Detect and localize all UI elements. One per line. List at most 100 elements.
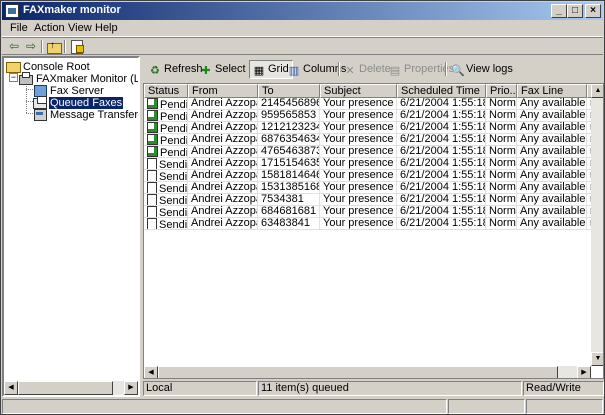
cell-to: 121212323456 (258, 122, 320, 134)
cell-from: Andrei Azzopardi (188, 122, 258, 134)
cell-subject: Your presence is ... (320, 146, 397, 158)
table-row[interactable]: Sendi...Andrei Azzopardi15818146468Your … (144, 170, 599, 182)
toolbar-separator (338, 62, 340, 76)
cell-from: Andrei Azzopardi (188, 110, 258, 122)
scroll-down-icon[interactable]: ▼ (591, 352, 603, 366)
delete-icon: ✕ (345, 65, 355, 77)
status-location: Local (143, 381, 257, 396)
table-row[interactable]: Sendi...Andrei Azzopardi15313851681Your … (144, 182, 599, 194)
table-row[interactable]: Sendi...Andrei Azzopardi171515463541Your… (144, 158, 599, 170)
cell-priority: Normal (486, 170, 517, 182)
scroll-right-icon[interactable]: ▶ (577, 366, 591, 378)
table-row[interactable]: PendingAndrei Azzopardi121212323456Your … (144, 122, 599, 134)
column-header-from[interactable]: From (188, 84, 258, 98)
tree-horizontal-scrollbar[interactable]: ◀ ▶ (4, 381, 138, 395)
table-row[interactable]: PendingAndrei Azzopardi959565853Your pre… (144, 110, 599, 122)
cell-fax-line: Any available line (517, 146, 587, 158)
table-row[interactable]: Sendi...Andrei Azzopardi7534381Your pres… (144, 194, 599, 206)
column-header-scheduled-time[interactable]: Scheduled Time (397, 84, 486, 98)
menu-action[interactable]: Action (34, 22, 65, 34)
cell-fax-line: Any available line (517, 170, 587, 182)
cell-fax-line: Any available line (517, 182, 587, 194)
maximize-button[interactable]: □ (567, 4, 583, 18)
refresh-button[interactable]: ♻ Refresh (149, 62, 202, 77)
cell-status: Pending (144, 98, 188, 110)
console-tree: Console Root − FAXmaker Monitor (Local) … (2, 56, 140, 397)
grid-button[interactable]: ▦ Grid (249, 60, 293, 79)
scroll-left-icon[interactable]: ◀ (4, 381, 18, 395)
cell-status: Sendi... (144, 182, 188, 194)
pane-status-bar: Local 11 item(s) queued Read/Write (143, 381, 604, 396)
cell-status: Pending (144, 134, 188, 146)
cell-subject: Your presence is ... (320, 98, 397, 110)
details-pane: ♻ Refresh ✚ Select all ▦ Grid ▥ Columns ✕ Del… (143, 56, 604, 397)
table-row[interactable]: PendingAndrei Azzopardi6876354634Your pr… (144, 134, 599, 146)
cell-priority: Normal (486, 158, 517, 170)
cell-to: 2145456896 (258, 98, 320, 110)
scroll-right-icon[interactable]: ▶ (124, 381, 138, 395)
cell-fax-line: Any available line (517, 206, 587, 218)
cell-priority: Normal (486, 98, 517, 110)
forward-arrow-icon[interactable]: ⇨ (23, 39, 39, 54)
grid-vertical-scrollbar[interactable]: ▲ ▼ (591, 84, 603, 366)
cell-priority: Normal (486, 146, 517, 158)
cell-status: Sendi... (144, 170, 188, 182)
delete-button[interactable]: ✕ Delete (344, 62, 390, 77)
queued-faxes-grid: Status From To Subject Scheduled Time Prio...… (143, 83, 604, 379)
column-header-to[interactable]: To (258, 84, 320, 98)
window-title: FAXmaker monitor (23, 4, 121, 16)
properties-icon[interactable] (69, 39, 85, 54)
cell-subject: Your presence is ... (320, 158, 397, 170)
menu-help[interactable]: Help (95, 22, 118, 34)
table-row[interactable]: PendingAndrei Azzopardi476546387354Your … (144, 146, 599, 158)
column-header-status[interactable]: Status (144, 84, 188, 98)
fax-machine-icon (19, 72, 33, 85)
cell-scheduled-time: 6/21/2004 1:55:18 PM (397, 98, 486, 110)
fax-server-icon (33, 84, 47, 97)
tree-line (26, 101, 33, 102)
minimize-button[interactable]: _ (551, 4, 567, 18)
queue-toolbar: ♻ Refresh ✚ Select all ▦ Grid ▥ Columns ✕ Del… (143, 56, 604, 82)
scroll-up-icon[interactable]: ▲ (591, 84, 603, 98)
cell-to: 476546387354 (258, 146, 320, 158)
cell-scheduled-time: 6/21/2004 1:55:18 PM (397, 182, 486, 194)
table-row[interactable]: Sendi...Andrei Azzopardi63483841Your pre… (144, 218, 599, 230)
title-bar: FAXmaker monitor _ □ × (2, 2, 603, 20)
cell-from: Andrei Azzopardi (188, 134, 258, 146)
cell-scheduled-time: 6/21/2004 1:55:18 PM (397, 134, 486, 146)
scroll-thumb[interactable] (18, 381, 113, 395)
cell-priority: Normal (486, 110, 517, 122)
column-header-fax-line[interactable]: Fax Line (517, 84, 587, 98)
scroll-left-icon[interactable]: ◀ (144, 366, 158, 378)
table-row[interactable]: Sendi...Andrei Azzopardi684681681Your pr… (144, 206, 599, 218)
cell-from: Andrei Azzopardi (188, 206, 258, 218)
scroll-thumb[interactable] (158, 366, 558, 378)
cell-scheduled-time: 6/21/2004 1:55:18 PM (397, 218, 486, 230)
cell-to: 171515463541 (258, 158, 320, 170)
cell-status: Pending (144, 122, 188, 134)
grid-horizontal-scrollbar[interactable]: ◀ ▶ (144, 366, 591, 378)
column-header-priority[interactable]: Prio... (486, 84, 517, 98)
cell-subject: Your presence is ... (320, 206, 397, 218)
tree-item-message-transfer-agent[interactable]: Message Transfer Agent (33, 108, 138, 121)
cell-fax-line: Any available line (517, 134, 587, 146)
cell-to: 15313851681 (258, 182, 320, 194)
menu-view[interactable]: View (68, 22, 92, 34)
cell-to: 7534381 (258, 194, 320, 206)
menu-file[interactable]: File (10, 22, 28, 34)
cell-scheduled-time: 6/21/2004 1:55:18 PM (397, 110, 486, 122)
table-row[interactable]: PendingAndrei Azzopardi2145456896Your pr… (144, 98, 599, 110)
back-arrow-icon[interactable]: ⇦ (6, 39, 22, 54)
view-logs-button[interactable]: 🔍View logs (451, 62, 513, 77)
main-toolbar: ⇦ ⇨ (2, 37, 603, 55)
cell-to: 6876354634 (258, 134, 320, 146)
cell-from: Andrei Azzopardi (188, 218, 258, 230)
collapse-icon[interactable]: − (9, 73, 18, 82)
column-header-subject[interactable]: Subject (320, 84, 397, 98)
app-icon (5, 4, 19, 18)
properties-icon: ▤ (389, 65, 401, 77)
cell-fax-line: Any available line (517, 110, 587, 122)
folder-up-icon[interactable] (46, 39, 62, 54)
refresh-icon: ♻ (150, 65, 160, 77)
close-button[interactable]: × (585, 4, 601, 18)
